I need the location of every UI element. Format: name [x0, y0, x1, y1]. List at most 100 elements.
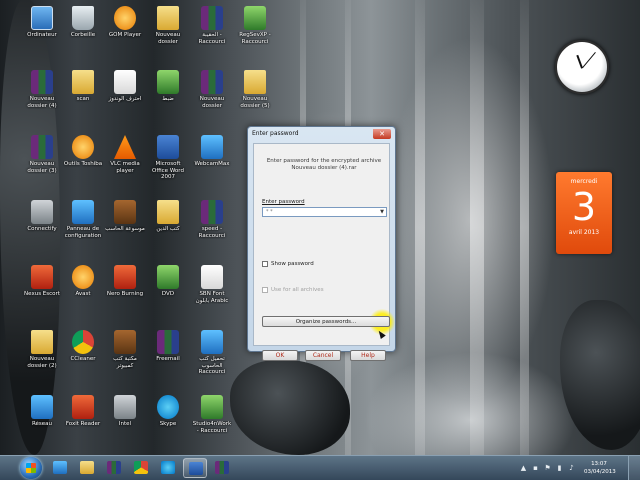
desktop-icon-computer[interactable]: Ordinateur: [22, 6, 62, 62]
desktop-icon-religion-books[interactable]: كتب الدين: [148, 200, 188, 256]
taskbar-winrar-archive[interactable]: [210, 458, 234, 478]
icon-label: Ordinateur: [27, 32, 57, 38]
desktop-icon-nexus[interactable]: Nexus Escort: [22, 265, 62, 321]
taskbar-password-window[interactable]: [183, 458, 207, 478]
taskbar-internet-explorer[interactable]: [48, 458, 72, 478]
desktop-icon-toshiba[interactable]: Outils Toshiba: [63, 135, 103, 191]
taskbar: ▲ ▪ ⚑ ▮ ♪ 13:07 03/04/2013: [0, 455, 640, 480]
icon-label: Foxit Reader: [65, 421, 101, 427]
show-password-checkbox[interactable]: [262, 261, 268, 267]
help-button[interactable]: Help: [350, 350, 386, 361]
gom-player-icon: [114, 6, 136, 30]
icon-label: Nouveau dossier: [155, 32, 181, 45]
desktop-icon-skype[interactable]: Skype: [148, 395, 188, 451]
desktop-icon-regsev[interactable]: RegSevXP - Raccourci: [235, 6, 275, 62]
desktop-icon-vlc[interactable]: VLC media player: [105, 135, 145, 191]
desktop-icon-computer-books[interactable]: مكتبة كتب كمبيوتر: [105, 330, 145, 386]
show-password-label: Show password: [271, 261, 314, 267]
desktop-icon-folder-2[interactable]: Nouveau dossier (2): [22, 330, 62, 386]
taskbar-skype[interactable]: [156, 458, 180, 478]
use-for-all-checkbox[interactable]: [262, 287, 268, 293]
icon-label: Intel: [118, 421, 132, 427]
icon-label: RegSevXP - Raccourci: [239, 32, 271, 45]
desktop-icon-sbn-font[interactable]: SBN Font بابلون Arabic: [192, 265, 232, 321]
chrome-icon: [134, 461, 148, 474]
icon-label: GOM Player: [108, 32, 142, 38]
desktop-icon-avast[interactable]: Avast: [63, 265, 103, 321]
battery-icon[interactable]: ▮: [556, 465, 563, 472]
ok-button[interactable]: OK: [262, 350, 298, 361]
enter-password-dialog: Enter password ✕ Enter password for the …: [247, 126, 396, 361]
icon-label: Outils Toshiba: [63, 161, 103, 167]
show-desktop-button[interactable]: [628, 456, 640, 480]
taskbar-file-explorer[interactable]: [75, 458, 99, 478]
cliff-rock: [560, 300, 640, 450]
dvd-icon: [157, 265, 179, 289]
windows-logo-icon: [26, 463, 36, 473]
desktop-icon-setting[interactable]: ضبط: [148, 70, 188, 126]
icon-label: Nouveau dossier (4): [27, 96, 57, 109]
desktop-icon-webcammax[interactable]: WebcamMax: [192, 135, 232, 191]
calendar-gadget[interactable]: mercredi 3 avril 2013: [556, 172, 612, 254]
password-label: Enter password: [262, 199, 305, 205]
desktop-icon-foxit[interactable]: Foxit Reader: [63, 395, 103, 451]
desktop-icon-new-folder-winrar[interactable]: Nouveau dossier: [192, 70, 232, 126]
network-tray-icon[interactable]: ▪: [532, 465, 539, 472]
calendar-weekday: mercredi: [570, 178, 598, 185]
clock-gadget[interactable]: [555, 40, 609, 94]
control-panel-icon: [72, 200, 94, 224]
wifi-icon: [31, 200, 53, 224]
icon-label: موسوعة الحاسب: [105, 226, 145, 232]
desktop-icon-word[interactable]: Microsoft Office Word 2007: [148, 135, 188, 191]
close-button[interactable]: ✕: [373, 129, 391, 139]
desktop-icon-windows-doc[interactable]: احترف الوندوز: [105, 70, 145, 126]
webcam-icon: [201, 135, 223, 159]
user-icon: [114, 395, 136, 419]
cancel-button[interactable]: Cancel: [305, 350, 341, 361]
desktop-icon-dvd[interactable]: DVD: [148, 265, 188, 321]
desktop-icon-nero[interactable]: Nero Burning: [105, 265, 145, 321]
volume-icon[interactable]: ♪: [568, 465, 575, 472]
program-icon: [157, 70, 179, 94]
folder-icon: [244, 70, 266, 94]
language-icon[interactable]: ▲: [520, 465, 527, 472]
dialog-body: Enter password for the encrypted archive…: [253, 143, 395, 361]
password-input[interactable]: * * ▼: [262, 207, 387, 217]
vlc-icon: [114, 135, 136, 159]
winrar-archive-icon: [31, 135, 53, 159]
use-for-all-label: Use for all archives: [271, 287, 324, 293]
desktop-icon-network[interactable]: Réseau: [22, 395, 62, 451]
taskbar-chrome[interactable]: [129, 458, 153, 478]
waterfall-streak: [470, 0, 484, 455]
icon-label: Nero Burning: [106, 291, 144, 297]
desktop-icon-encyclopedia[interactable]: موسوعة الحاسب: [105, 200, 145, 256]
desktop-icon-speed-shortcut[interactable]: speed - Raccourci: [192, 200, 232, 256]
desktop-icon-scan[interactable]: scan: [63, 70, 103, 126]
desktop-icon-new-folder[interactable]: Nouveau dossier: [148, 6, 188, 62]
desktop-icon-folder-5[interactable]: Nouveau dossier (5): [235, 70, 275, 126]
desktop-icon-folder-4[interactable]: Nouveau dossier (4): [22, 70, 62, 126]
dropdown-arrow-icon[interactable]: ▼: [380, 209, 384, 215]
desktop-icon-intel[interactable]: Intel: [105, 395, 145, 451]
clock-readout[interactable]: 13:07 03/04/2013: [584, 460, 616, 476]
icon-label: Avast: [75, 291, 91, 297]
start-button[interactable]: [20, 457, 42, 479]
waterfall-streak: [415, 0, 425, 455]
desktop-icon-freemail[interactable]: Freemail: [148, 330, 188, 386]
desktop-icon-studio[interactable]: Studio4nWork - Raccourci: [192, 395, 232, 451]
desktop-icon-download-books[interactable]: تحميل كتب الحاسوب Raccourci: [192, 330, 232, 386]
desktop-icon-recycle-bin[interactable]: Corbeille: [63, 6, 103, 62]
folder-icon: [72, 70, 94, 94]
desktop-icon-control-panel[interactable]: Panneau de configuration: [63, 200, 103, 256]
desktop-icon-gom-player[interactable]: GOM Player: [105, 6, 145, 62]
icon-label: Connectify: [27, 226, 57, 232]
desktop-icon-bag-shortcut[interactable]: الحقيبة - Raccourci: [192, 6, 232, 62]
book-icon: [114, 330, 136, 354]
organize-passwords-button[interactable]: Organize passwords...: [262, 316, 390, 327]
taskbar-winrar[interactable]: [102, 458, 126, 478]
desktop-icon-connectify[interactable]: Connectify: [22, 200, 62, 256]
system-time: 13:07: [591, 461, 607, 467]
flag-icon[interactable]: ⚑: [544, 465, 551, 472]
desktop-icon-folder-3[interactable]: Nouveau dossier (3): [22, 135, 62, 191]
desktop-icon-ccleaner[interactable]: CCleaner: [63, 330, 103, 386]
